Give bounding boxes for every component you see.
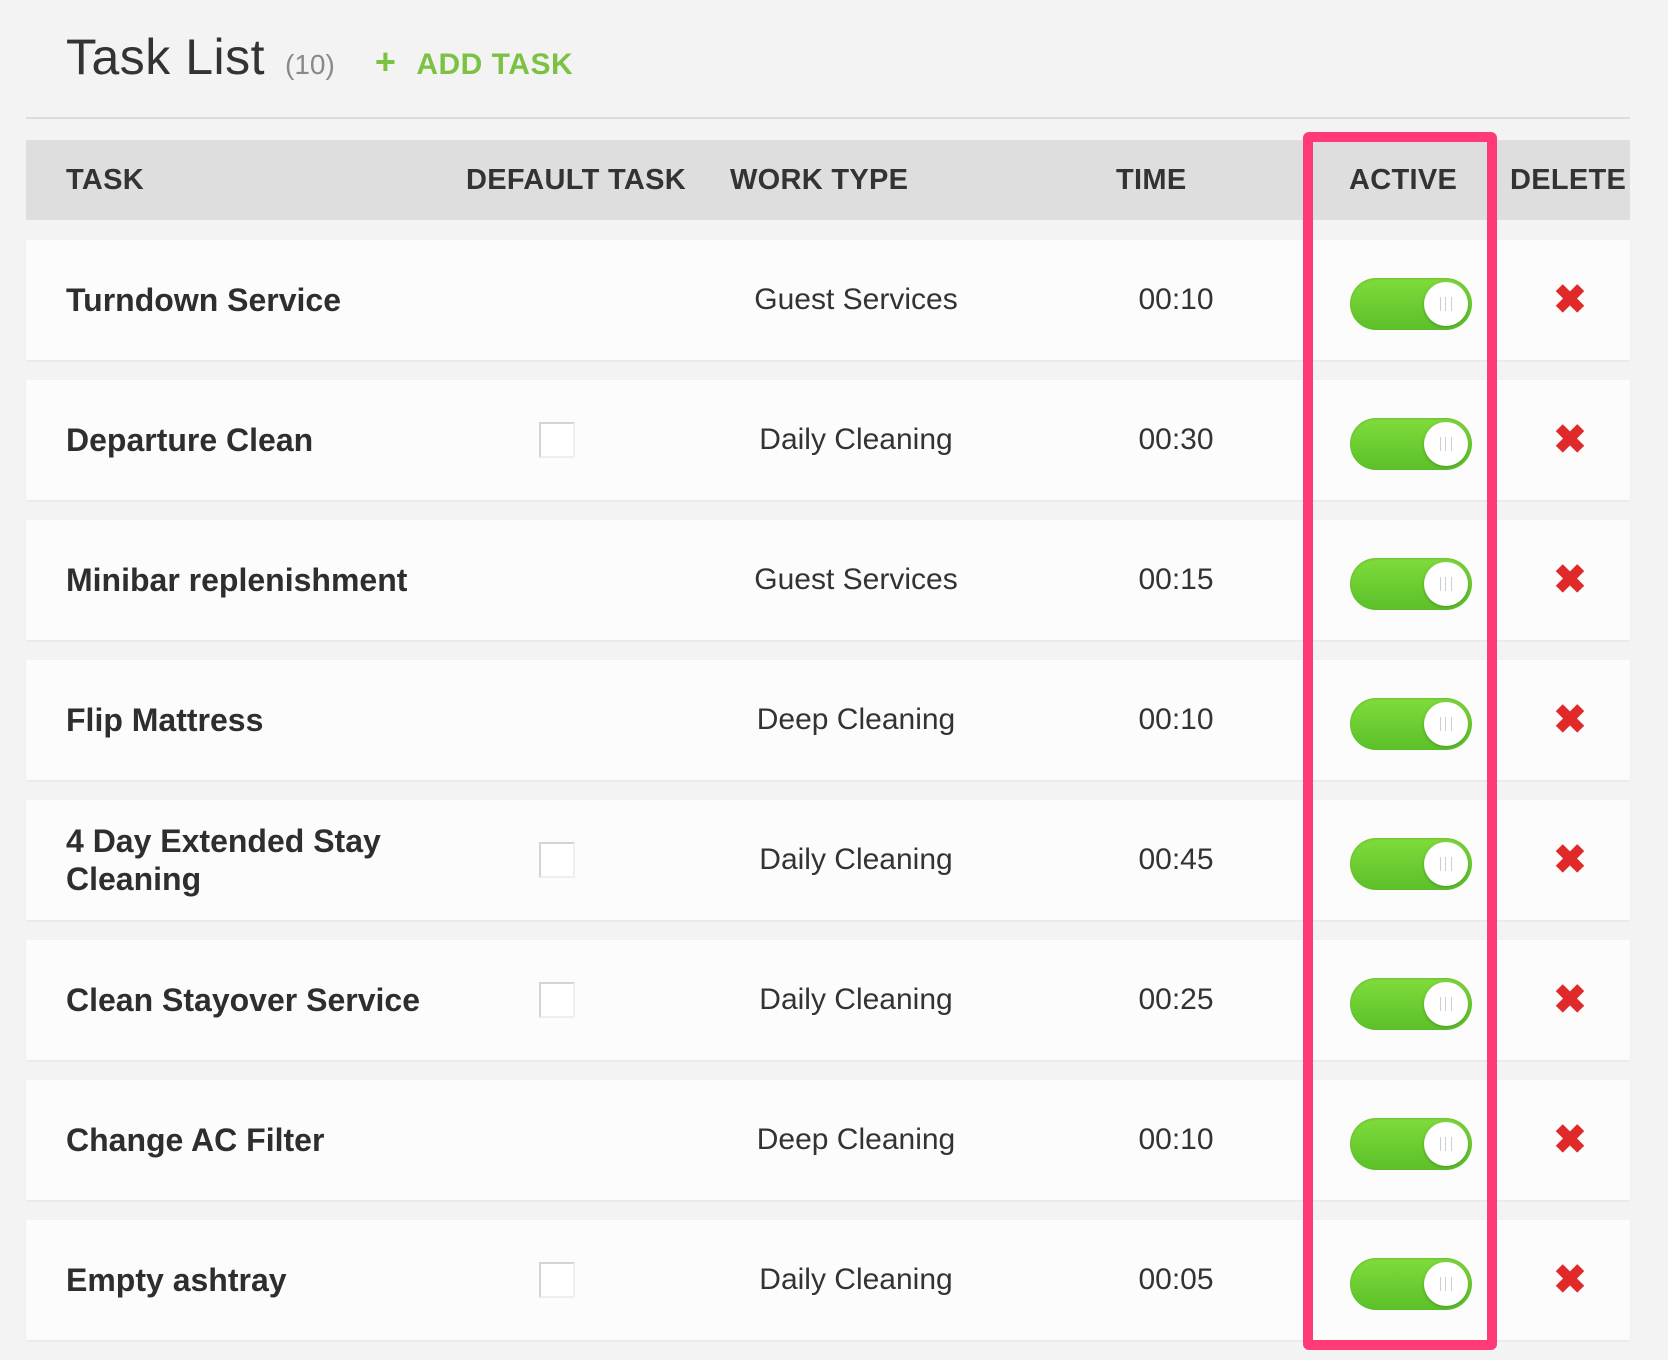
toggle-knob (1424, 842, 1468, 886)
task-time: 00:25 (1138, 983, 1214, 1016)
active-toggle[interactable] (1350, 278, 1472, 330)
grip-icon (1440, 857, 1452, 871)
delete-icon[interactable]: ✖ (1550, 838, 1590, 882)
grip-icon (1440, 1277, 1452, 1291)
delete-icon[interactable]: ✖ (1550, 978, 1590, 1022)
table-row: Flip Mattress Deep Cleaning 00:10 ✖ (26, 660, 1630, 780)
task-name: Change AC Filter (66, 1122, 325, 1158)
work-type: Daily Cleaning (759, 983, 953, 1016)
table-row: 4 Day Extended Stay Cleaning Daily Cleani… (26, 800, 1630, 920)
active-toggle[interactable] (1350, 1118, 1472, 1170)
table-row: Departure Clean Daily Cleaning 00:30 ✖ (26, 380, 1630, 500)
delete-icon[interactable]: ✖ (1550, 698, 1590, 742)
active-toggle[interactable] (1350, 418, 1472, 470)
work-type: Deep Cleaning (756, 1123, 956, 1156)
default-task-checkbox[interactable] (539, 982, 575, 1018)
column-header-active: ACTIVE (1349, 164, 1458, 196)
task-count: (10) (285, 49, 335, 80)
table-header: TASK DEFAULT TASK WORK TYPE TIME ACTIVE … (26, 140, 1630, 220)
delete-icon[interactable]: ✖ (1550, 1118, 1590, 1162)
delete-icon[interactable]: ✖ (1550, 278, 1590, 322)
task-time: 00:30 (1138, 423, 1214, 456)
task-name: Departure Clean (66, 422, 314, 458)
task-name: Minibar replenishment (66, 562, 408, 598)
default-task-checkbox[interactable] (539, 842, 575, 878)
table-row: Clean Stayover Service Daily Cleaning 00:2… (26, 940, 1630, 1060)
task-name: Turndown Service (66, 282, 342, 318)
header-divider (26, 117, 1630, 119)
work-type: Daily Cleaning (759, 843, 953, 876)
page-header: Task List (10) + ADD TASK (66, 28, 573, 98)
work-type: Guest Services (754, 563, 958, 596)
grip-icon (1440, 577, 1452, 591)
work-type: Daily Cleaning (759, 423, 953, 456)
default-task-checkbox[interactable] (539, 1262, 575, 1298)
toggle-knob (1424, 1262, 1468, 1306)
column-header-work-type: WORK TYPE (730, 164, 909, 196)
active-toggle[interactable] (1350, 698, 1472, 750)
task-time: 00:05 (1138, 1263, 1214, 1296)
active-toggle[interactable] (1350, 558, 1472, 610)
active-toggle[interactable] (1350, 978, 1472, 1030)
delete-icon[interactable]: ✖ (1550, 1258, 1590, 1302)
task-time: 00:10 (1138, 703, 1214, 736)
task-name: Clean Stayover Service (66, 982, 420, 1018)
toggle-knob (1424, 422, 1468, 466)
grip-icon (1440, 997, 1452, 1011)
grip-icon (1440, 1137, 1452, 1151)
task-name: Empty ashtray (66, 1262, 287, 1298)
column-header-time: TIME (1116, 164, 1187, 196)
task-table-body: Turndown Service Guest Services 00:10 ✖ Depa… (26, 240, 1630, 1360)
toggle-knob (1424, 702, 1468, 746)
task-name: Flip Mattress (66, 702, 264, 738)
plus-icon: + (374, 41, 397, 82)
grip-icon (1440, 297, 1452, 311)
default-task-checkbox[interactable] (539, 422, 575, 458)
delete-icon[interactable]: ✖ (1550, 558, 1590, 602)
toggle-knob (1424, 1122, 1468, 1166)
toggle-knob (1424, 282, 1468, 326)
table-row: Minibar replenishment Guest Services 00:15… (26, 520, 1630, 640)
toggle-knob (1424, 562, 1468, 606)
task-time: 00:45 (1138, 843, 1214, 876)
task-name: 4 Day Extended Stay Cleaning (66, 823, 381, 897)
task-time: 00:10 (1138, 1123, 1214, 1156)
column-header-default-task: DEFAULT TASK (466, 164, 687, 196)
add-task-label: ADD TASK (416, 48, 574, 81)
page-title: Task List (66, 29, 266, 85)
work-type: Deep Cleaning (756, 703, 956, 736)
grip-icon (1440, 437, 1452, 451)
work-type: Guest Services (754, 283, 958, 316)
delete-icon[interactable]: ✖ (1550, 418, 1590, 462)
add-task-button[interactable]: + ADD TASK (375, 41, 573, 83)
grip-icon (1440, 717, 1452, 731)
column-header-task: TASK (66, 164, 144, 196)
task-time: 00:10 (1138, 283, 1214, 316)
column-header-delete: DELETE (1510, 164, 1627, 196)
table-row: Turndown Service Guest Services 00:10 ✖ (26, 240, 1630, 360)
work-type: Daily Cleaning (759, 1263, 953, 1296)
active-toggle[interactable] (1350, 838, 1472, 890)
active-toggle[interactable] (1350, 1258, 1472, 1310)
task-time: 00:15 (1138, 563, 1214, 596)
table-row: Empty ashtray Daily Cleaning 00:05 ✖ (26, 1220, 1630, 1340)
table-row: Change AC Filter Deep Cleaning 00:10 ✖ (26, 1080, 1630, 1200)
toggle-knob (1424, 982, 1468, 1026)
